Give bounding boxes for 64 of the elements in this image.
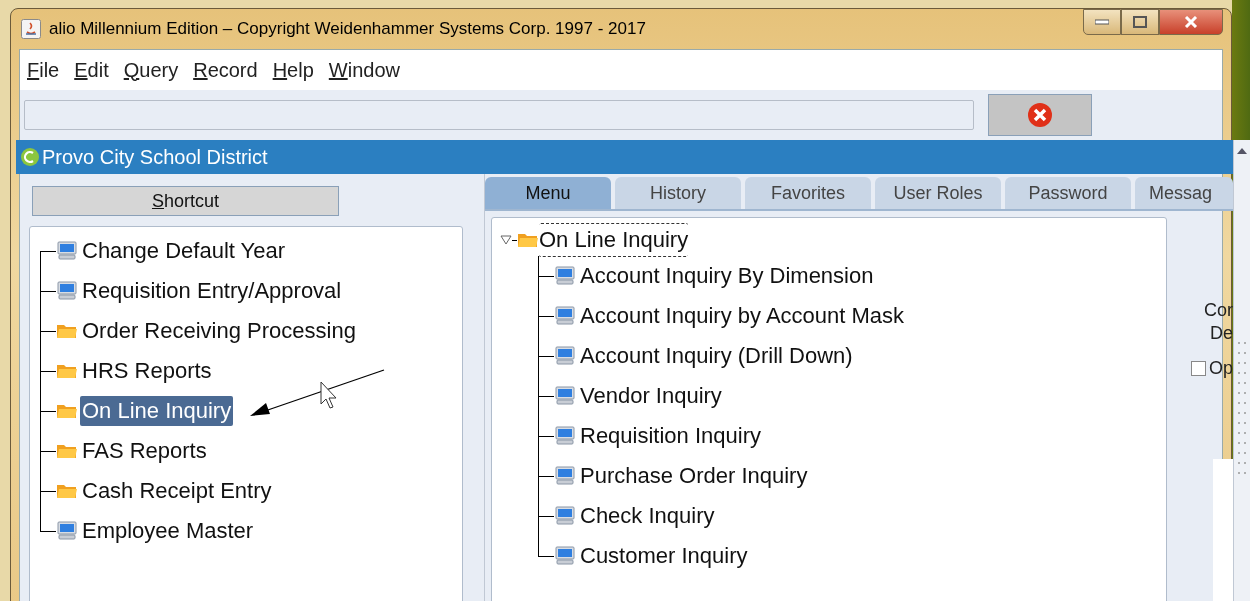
frame-title: Provo City School District [42, 145, 268, 169]
alio-logo-icon [20, 147, 40, 167]
computer-icon [554, 466, 576, 486]
minimize-button[interactable] [1083, 9, 1121, 35]
tree-item[interactable]: Cash Receipt Entry [80, 476, 274, 506]
tree-item[interactable]: Account Inquiry (Drill Down) [578, 341, 855, 371]
tree-item[interactable]: Vendor Inquiry [578, 381, 724, 411]
maximize-icon [1133, 16, 1147, 28]
stop-icon [1026, 101, 1054, 129]
mouse-pointer-icon [320, 381, 338, 409]
computer-icon [56, 241, 78, 261]
folder-icon [517, 231, 539, 249]
tree-item[interactable]: Account Inquiry by Account Mask [578, 301, 907, 331]
tree-item[interactable]: Customer Inquiry [578, 541, 750, 571]
menu-item[interactable]: Window [328, 58, 400, 82]
tree-item[interactable]: Requisition Entry/Approval [80, 276, 344, 306]
stop-button[interactable] [988, 94, 1092, 136]
tab[interactable]: Menu [485, 177, 611, 209]
scrollbar[interactable] [1233, 140, 1250, 601]
tree-item[interactable]: Change Default Year [80, 236, 288, 266]
tab[interactable]: Favorites [745, 177, 871, 209]
java-icon [21, 19, 41, 39]
status-field[interactable] [24, 100, 974, 130]
shortcut-button[interactable]: Shortcut [32, 186, 339, 216]
tab[interactable]: Messag [1135, 177, 1233, 209]
menu-item[interactable]: Record [193, 58, 258, 82]
menu-item[interactable]: Help [272, 58, 314, 82]
tab[interactable]: Password [1005, 177, 1131, 209]
tree-item[interactable]: Purchase Order Inquiry [578, 461, 810, 491]
computer-icon [56, 521, 78, 541]
close-button[interactable] [1159, 9, 1223, 35]
computer-icon [554, 426, 576, 446]
computer-icon [554, 506, 576, 526]
close-icon [1183, 16, 1199, 28]
tab[interactable]: History [615, 177, 741, 209]
folder-icon [56, 402, 78, 420]
folder-icon [56, 482, 78, 500]
collapse-toggle-icon[interactable] [500, 234, 512, 246]
window-title: alio Millennium Edition – Copyright Weidenhammer Systems Corp. 1997 - 2017 [49, 19, 646, 39]
checkbox[interactable] [1191, 361, 1206, 376]
tree-item[interactable]: Check Inquiry [578, 501, 717, 531]
computer-icon [554, 266, 576, 286]
tree-item[interactable]: Account Inquiry By Dimension [578, 261, 876, 291]
computer-icon [56, 281, 78, 301]
menu-item[interactable]: Query [123, 58, 179, 82]
maximize-button[interactable] [1121, 9, 1159, 35]
tab[interactable]: User Roles [875, 177, 1001, 209]
tree-item[interactable]: Employee Master [80, 516, 256, 546]
minimize-icon [1095, 19, 1109, 25]
tree-item[interactable]: Requisition Inquiry [578, 421, 763, 451]
folder-icon [56, 322, 78, 340]
tree-item[interactable]: HRS Reports [80, 356, 214, 386]
tree-item[interactable]: FAS Reports [80, 436, 209, 466]
computer-icon [554, 546, 576, 566]
folder-icon [56, 362, 78, 380]
tree-item[interactable]: Order Receiving Processing [80, 316, 358, 346]
computer-icon [554, 386, 576, 406]
menu-item[interactable]: File [27, 58, 60, 82]
computer-icon [554, 306, 576, 326]
folder-icon [56, 442, 78, 460]
computer-icon [554, 346, 576, 366]
tree-item[interactable]: On Line Inquiry [80, 396, 234, 426]
menu-item[interactable]: Edit [74, 58, 109, 82]
tree-item[interactable]: On Line Inquiry [539, 223, 689, 257]
